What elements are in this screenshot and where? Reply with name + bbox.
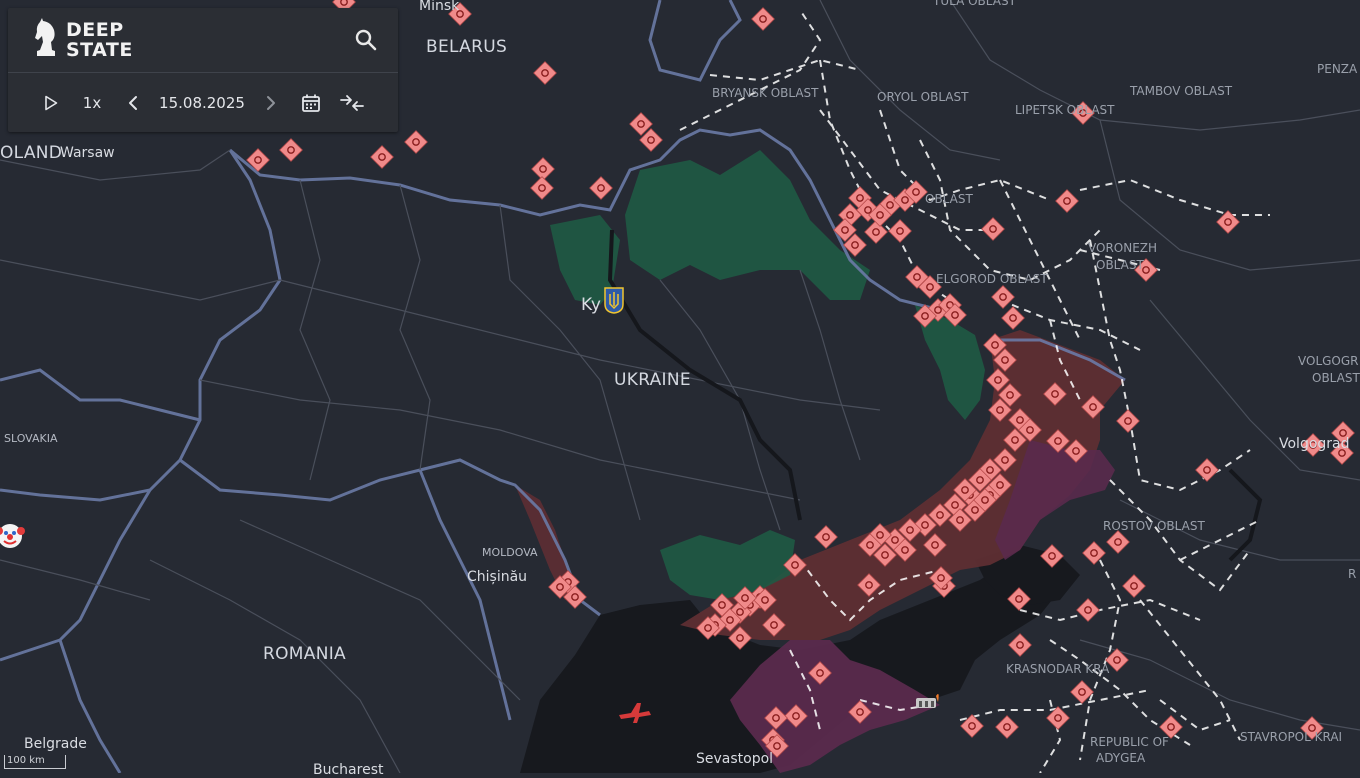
label-tambov-oblast: TAMBOV OBLAST — [1130, 84, 1233, 98]
date-display[interactable]: 15.08.2025 — [154, 94, 250, 112]
label-penza: PENZA — [1317, 62, 1358, 76]
label-warsaw: Warsaw — [60, 145, 115, 161]
panel-header: DEEP STATE — [8, 8, 398, 73]
label-moldova: MOLDOVA — [482, 546, 538, 559]
scale-bar: 100 km — [4, 755, 66, 769]
calendar-button[interactable] — [300, 93, 322, 113]
strike-marker[interactable] — [1082, 541, 1106, 565]
strike-marker[interactable] — [751, 7, 775, 31]
search-icon — [355, 29, 377, 51]
strike-marker[interactable] — [1195, 458, 1219, 482]
strike-marker[interactable] — [531, 157, 555, 181]
label-bryansk-oblast: BRYANSK OBLAST — [712, 86, 819, 100]
search-button[interactable] — [352, 26, 380, 54]
strike-marker[interactable] — [814, 525, 838, 549]
label-minsk: Minsk — [419, 0, 460, 14]
knight-logo-icon — [34, 17, 58, 63]
label-edge-r: R — [1348, 567, 1357, 581]
label-oryol-oblast: ORYOL OBLAST — [877, 90, 969, 104]
label-adygea-2: ADYGEA — [1096, 751, 1146, 765]
chevron-right-icon — [267, 96, 275, 110]
previous-day-button[interactable] — [124, 95, 142, 111]
label-chisinau: Chișinău — [467, 569, 528, 585]
label-sevastopol: Sevastopol — [696, 751, 774, 767]
strike-marker[interactable] — [530, 176, 554, 200]
strike-marker[interactable] — [589, 176, 613, 200]
label-kursk-oblast: OBLAST — [925, 192, 973, 206]
label-lipetsk-oblast: LIPETSK OBLAST — [1015, 103, 1115, 117]
label-voronezh-oblast-2: OBLAST — [1096, 258, 1144, 272]
label-belgrade: Belgrade — [24, 736, 87, 752]
next-day-button[interactable] — [262, 95, 280, 111]
speed-button[interactable]: 1x — [82, 94, 102, 112]
label-slovakia: SLOVAKIA — [4, 432, 58, 445]
timeline-controls: 1x 15.08.2025 — [8, 73, 398, 133]
label-voronezh-oblast-1: VORONEZH — [1088, 241, 1158, 255]
strike-marker[interactable] — [991, 285, 1015, 309]
chevron-left-icon — [129, 96, 137, 110]
label-krasnodar-krai: KRASNODAR KRA — [1006, 662, 1110, 676]
trident-icon — [604, 287, 624, 314]
label-stavropol-krai: STAVROPOL KRAI — [1240, 730, 1343, 744]
label-belgorod-oblast: ELGOROD OBLAST — [936, 272, 1048, 286]
collapse-arrows-icon — [340, 95, 364, 111]
logo-line2: STATE — [66, 39, 133, 61]
label-rostov-oblast: ROSTOV OBLAST — [1103, 519, 1205, 533]
strike-marker[interactable] — [888, 219, 912, 243]
label-poland: OLAND — [0, 143, 63, 163]
strike-marker[interactable] — [1076, 598, 1100, 622]
strike-marker[interactable] — [279, 138, 303, 162]
strike-marker[interactable] — [981, 217, 1005, 241]
label-volgograd-oblast-1: VOLGOGR — [1298, 354, 1359, 368]
deepstate-logo[interactable]: DEEP STATE — [34, 17, 133, 63]
label-volgograd: Volgograd — [1279, 436, 1350, 452]
clown-face-icon[interactable] — [0, 524, 25, 548]
label-kyiv: Ky — [581, 295, 601, 315]
label-ukraine: UKRAINE — [614, 370, 691, 390]
strike-marker[interactable] — [995, 715, 1019, 739]
strike-marker[interactable] — [1001, 306, 1025, 330]
control-panel: DEEP STATE 1x 15.08.2025 — [8, 8, 398, 132]
logo-line1: DEEP — [66, 19, 124, 41]
label-tula-oblast: TULA OBLAST — [933, 0, 1016, 8]
play-icon — [45, 95, 58, 111]
strike-marker[interactable] — [864, 220, 888, 244]
strike-marker[interactable] — [1106, 530, 1130, 554]
strike-marker[interactable] — [1116, 409, 1140, 433]
label-belarus: BELARUS — [426, 37, 508, 57]
strike-marker[interactable] — [1055, 189, 1079, 213]
label-romania: ROMANIA — [263, 644, 346, 664]
strike-marker[interactable] — [404, 130, 428, 154]
strike-marker[interactable] — [1008, 633, 1032, 657]
calendar-icon — [302, 94, 320, 112]
label-volgograd-oblast-2: OBLAST — [1312, 371, 1360, 385]
label-adygea-1: REPUBLIC OF — [1090, 735, 1169, 749]
compare-button[interactable] — [338, 93, 366, 113]
label-bucharest: Bucharest — [313, 762, 384, 778]
strike-marker[interactable] — [370, 145, 394, 169]
play-button[interactable] — [42, 95, 60, 111]
strike-marker[interactable] — [533, 61, 557, 85]
strike-marker[interactable] — [1122, 574, 1146, 598]
